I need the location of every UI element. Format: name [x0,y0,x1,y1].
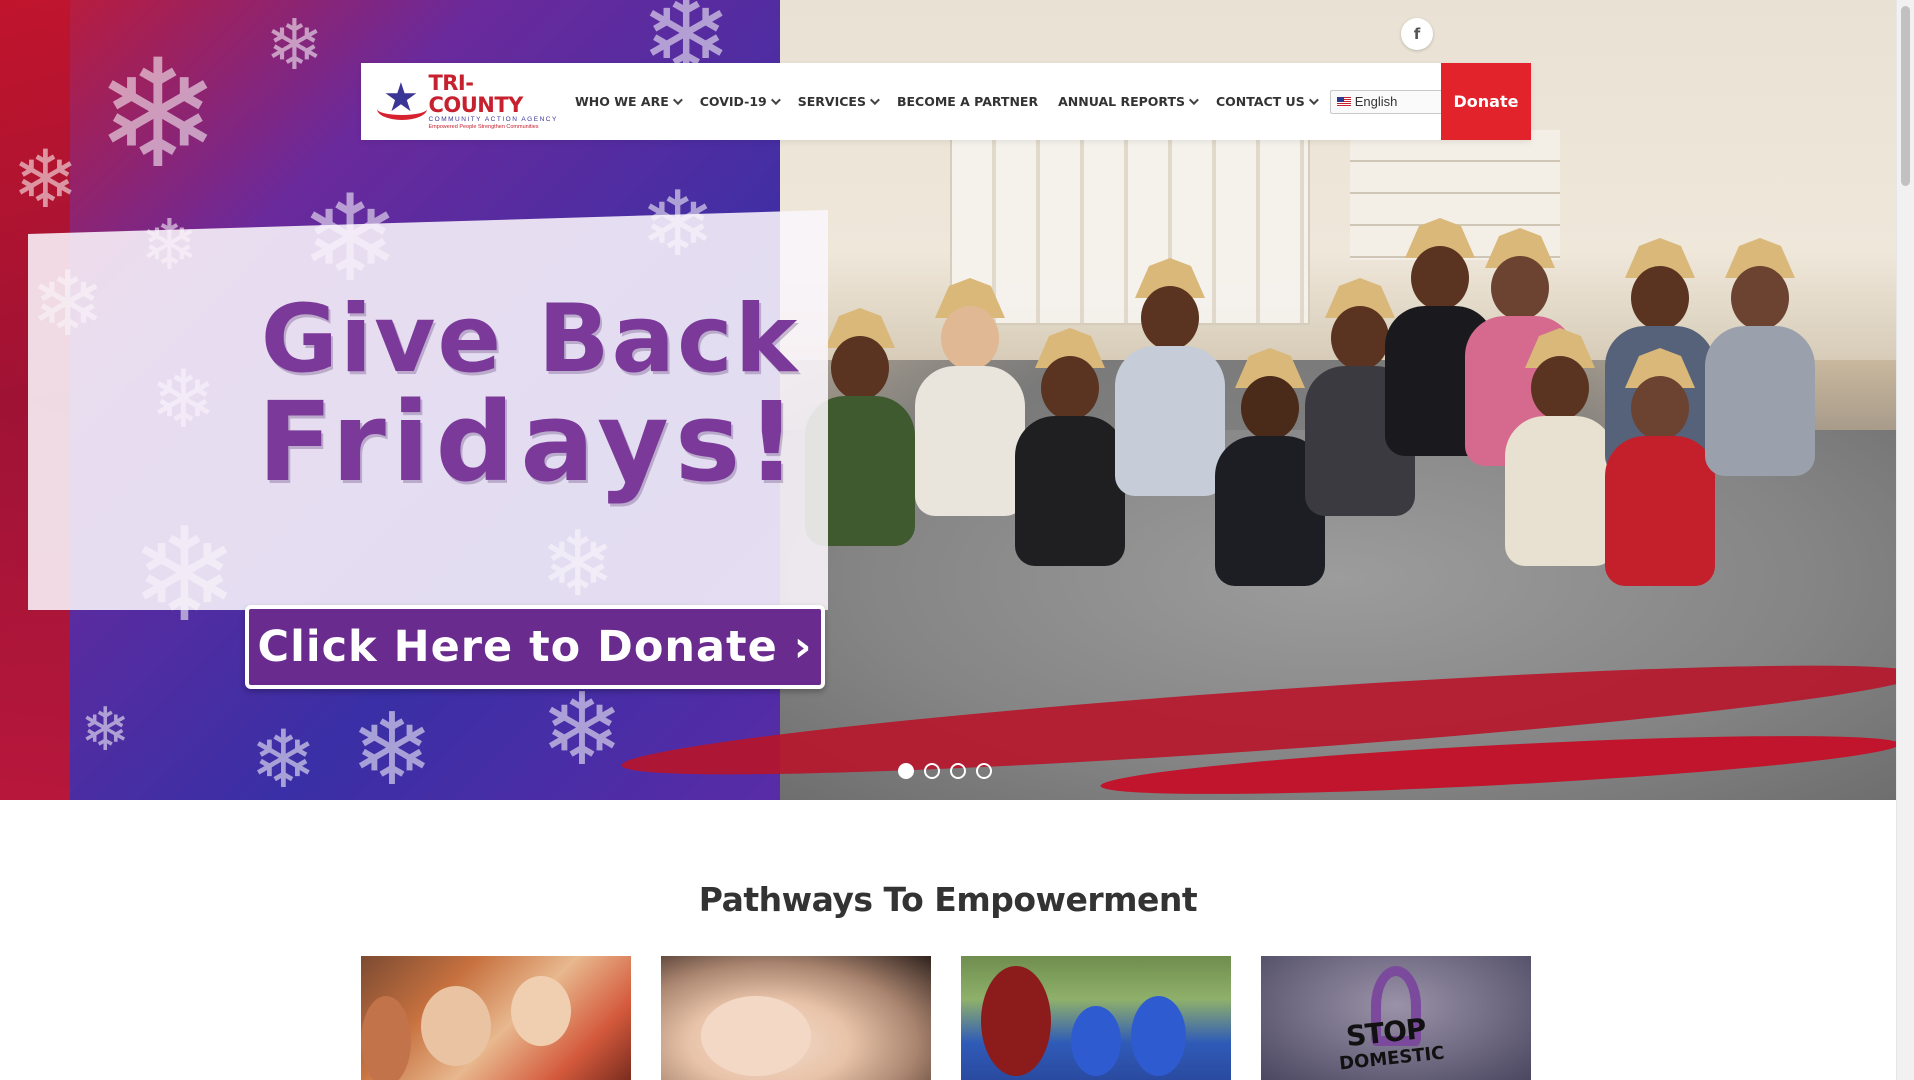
snowflake-icon: ❄ [265,4,324,86]
chevron-down-icon [672,95,683,106]
facebook-icon[interactable]: f [1401,18,1433,50]
chevron-down-icon [1188,95,1199,106]
page-scrollbar[interactable] [1896,0,1914,1080]
logo-text: TRI-COUNTY COMMUNITY ACTION AGENCY Empow… [428,72,561,131]
nav-item-covid-19[interactable]: COVID-19 [690,63,788,140]
snowflake-icon: ❄ [350,691,434,800]
pathway-cards: STOP DOMESTIC [361,956,1531,1080]
nav-item-label: BECOME A PARTNER [896,94,1039,109]
uk-flag-icon [1336,96,1351,107]
nav-item-contact-us[interactable]: CONTACT US [1206,63,1326,140]
language-value: English [1354,94,1398,109]
nav-item-services[interactable]: SERVICES [788,63,887,140]
snowflake-icon: ❄ [12,133,80,226]
logo-title: TRI-COUNTY [428,71,523,117]
site-logo[interactable]: ★ TRI-COUNTY COMMUNITY ACTION AGENCY Emp… [361,63,561,140]
nav-item-label: CONTACT US [1216,94,1305,109]
snowflake-icon: ❄ [95,28,221,202]
logo-tagline: Empowered People Strengthen Communities [428,124,539,130]
slide-dot-3[interactable] [950,763,966,779]
scrollbar-thumb[interactable] [1901,6,1910,186]
children-group [805,218,1860,700]
chevron-down-icon [770,95,781,106]
slide-dot-2[interactable] [924,763,940,779]
slide-dot-4[interactable] [976,763,992,779]
nav-item-who-we-are[interactable]: WHO WE ARE [565,63,690,140]
snowflake-icon: ❄ [540,671,624,788]
chevron-down-icon [869,95,880,106]
pathway-card-domestic-violence[interactable]: STOP DOMESTIC [1261,956,1531,1080]
nav-item-label: COVID-19 [699,94,767,109]
nav-item-become-a-partner[interactable]: BECOME A PARTNER [887,63,1048,140]
donate-button[interactable]: Donate [1441,63,1531,140]
pathway-card-newborn[interactable] [661,956,931,1080]
headline-line-1: Give Back [260,285,800,394]
snowflake-icon: ❄ [250,713,318,800]
hero-headline: Give Back Fridays! [250,285,810,506]
section-title: Pathways To Empowerment [698,880,1198,919]
nav-item-annual-reports[interactable]: ANNUAL REPORTS [1048,63,1206,140]
logo-star-icon: ★ [377,76,427,128]
main-navbar: ★ TRI-COUNTY COMMUNITY ACTION AGENCY Emp… [361,63,1531,140]
nav-item-label: ANNUAL REPORTS [1058,94,1185,109]
logo-subtitle: COMMUNITY ACTION AGENCY [428,116,558,123]
pathway-card-youth[interactable] [961,956,1231,1080]
nav-item-label: WHO WE ARE [575,94,669,109]
pathway-card-children[interactable] [361,956,631,1080]
hero-donate-button[interactable]: Click Here to Donate › [245,605,825,689]
chevron-down-icon [1308,95,1319,106]
slider-pagination [898,763,992,779]
nav-item-label: SERVICES [797,94,866,109]
headline-line-2: Fridays! [257,378,803,506]
snowflake-icon: ❄ [80,695,131,765]
slide-dot-1[interactable] [898,763,914,779]
nav-menu: WHO WE ARE COVID-19 SERVICES BECOME A PA… [565,63,1492,140]
